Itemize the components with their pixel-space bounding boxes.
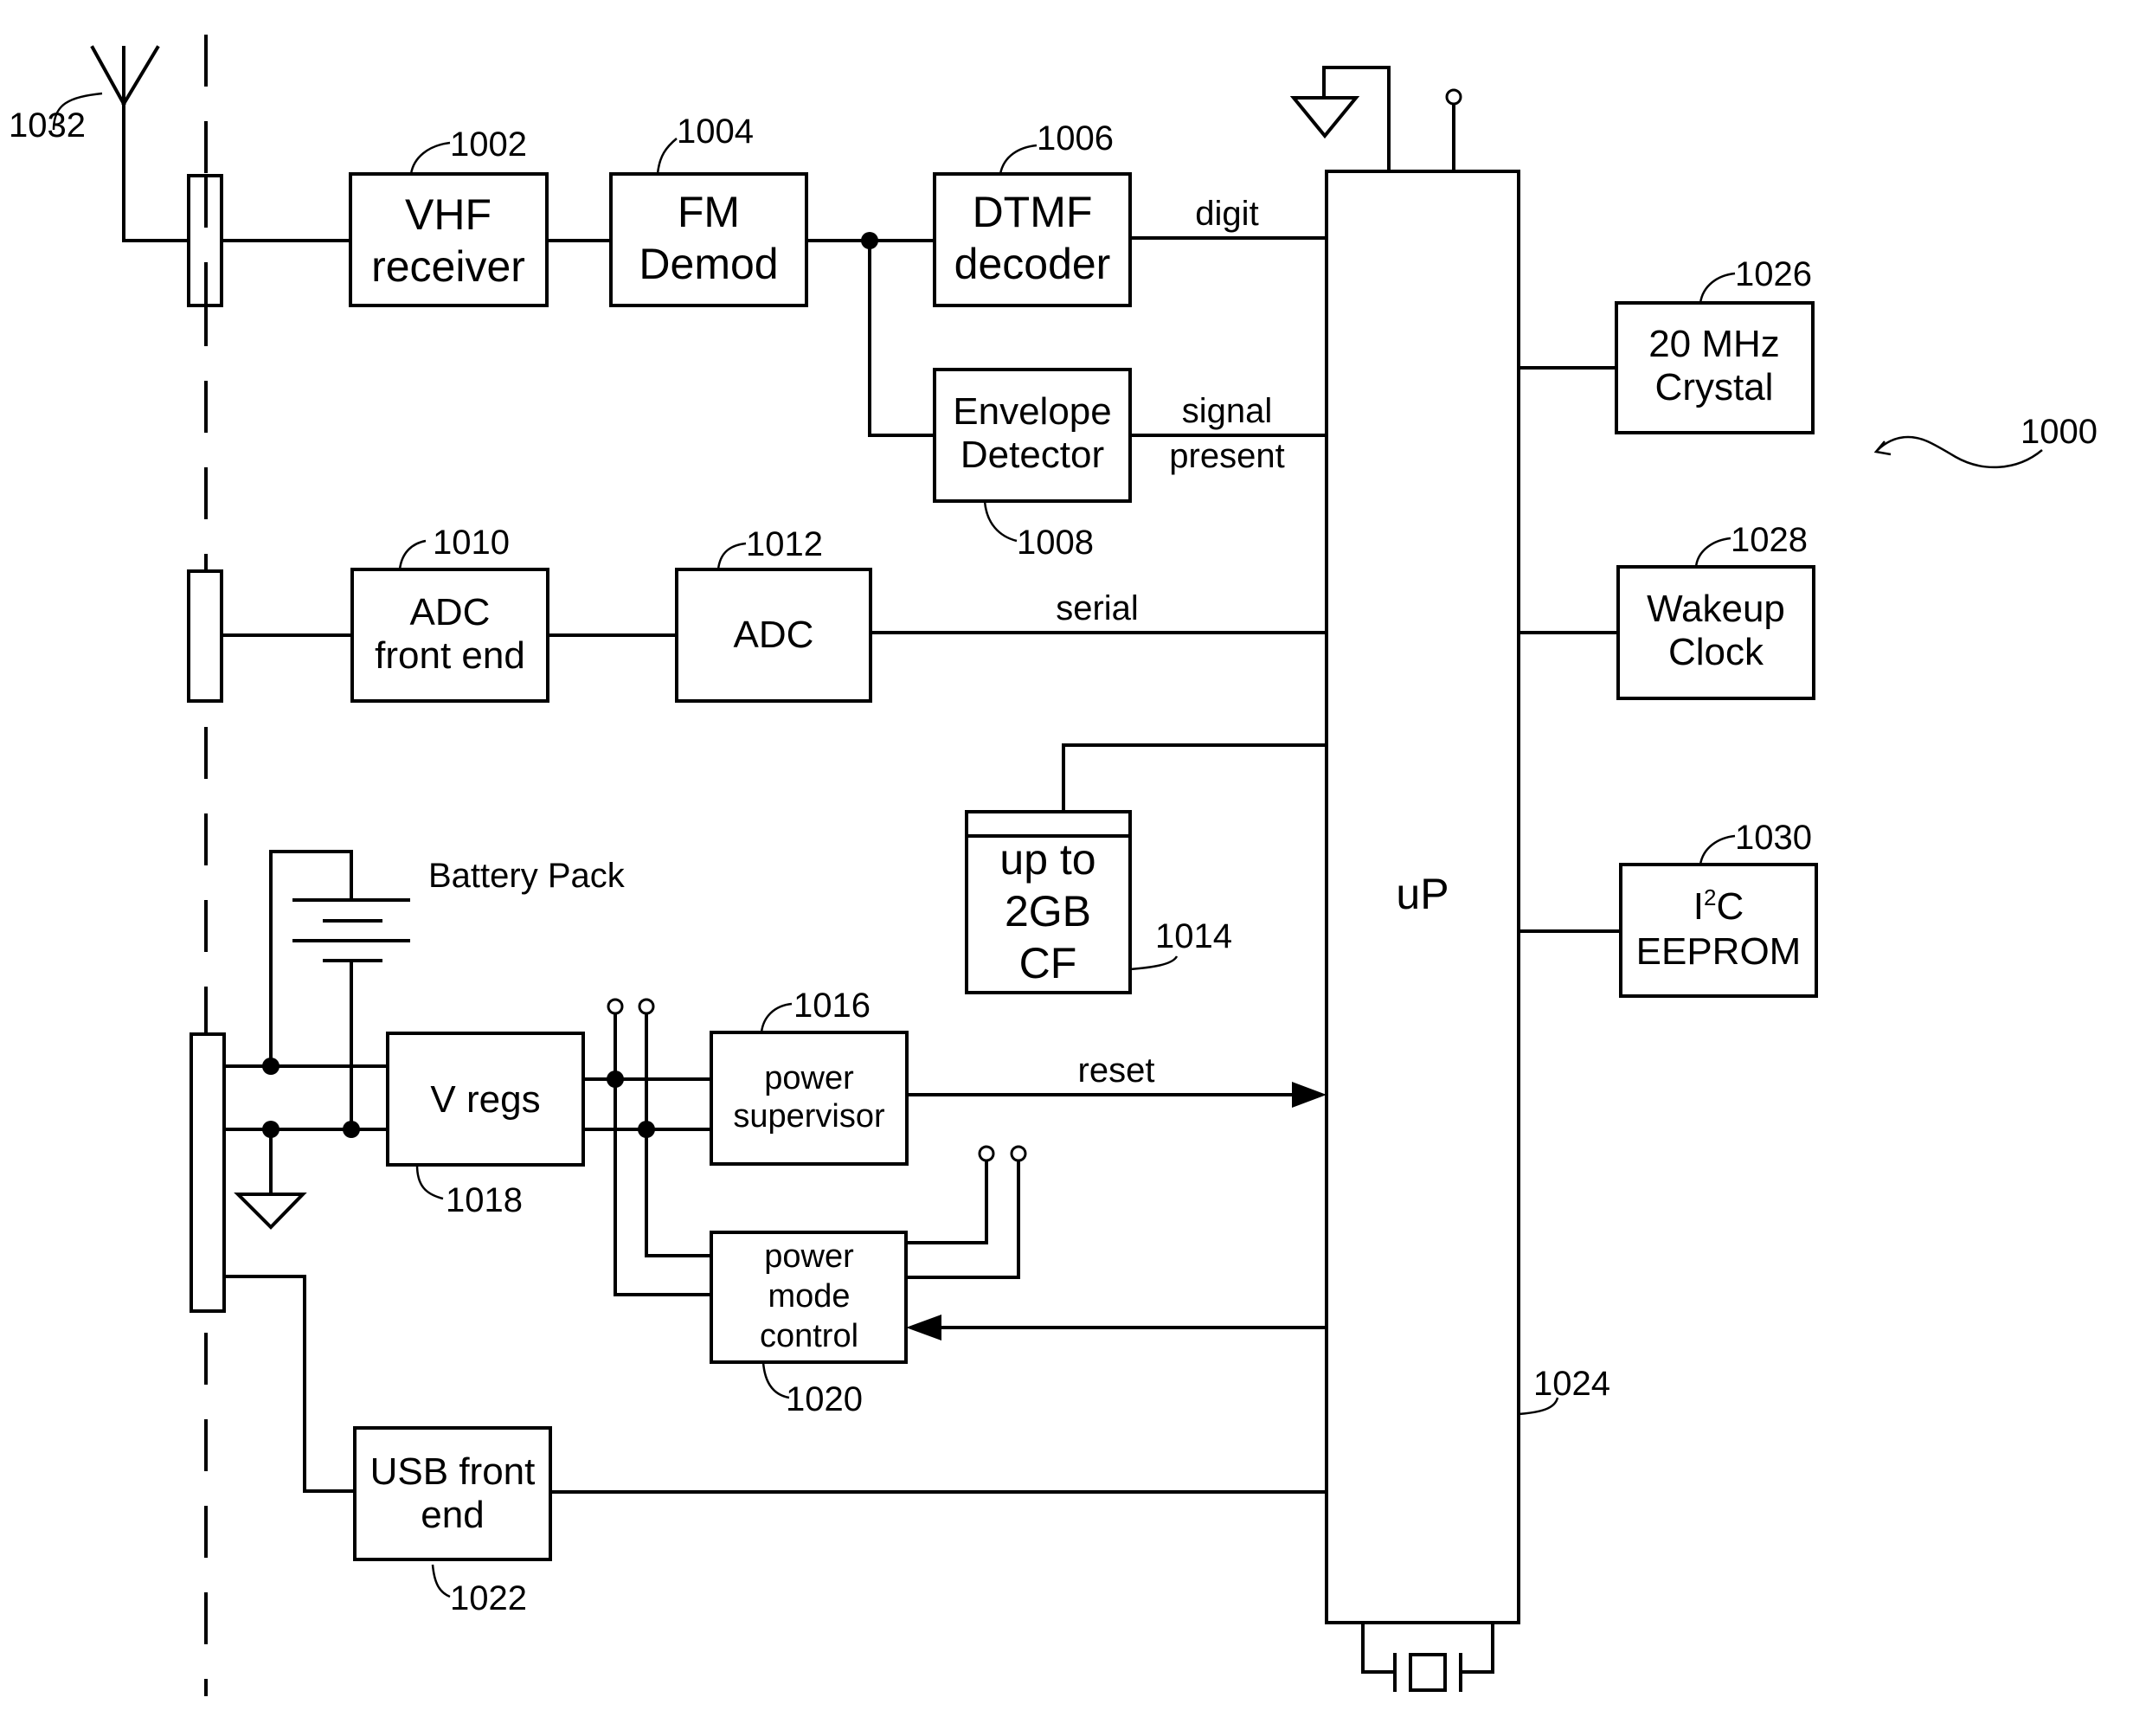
- junction-dot: [343, 1121, 360, 1138]
- power-mode-control-label-2: mode: [768, 1278, 850, 1315]
- signal-digit: digit: [1195, 195, 1258, 233]
- power-usb-connector: [190, 1032, 226, 1313]
- ref-1014: 1014: [1155, 917, 1232, 955]
- ref-1002: 1002: [450, 125, 527, 164]
- cf-card-label-1: up to: [999, 835, 1095, 884]
- leader-1026: [1699, 272, 1736, 304]
- adc-front-end-label-1: ADC: [410, 591, 491, 633]
- leader-1006: [999, 144, 1038, 175]
- usb-front-end-label-1: USB front: [370, 1450, 536, 1493]
- ref-1022: 1022: [450, 1579, 527, 1617]
- junction-dot: [638, 1121, 655, 1138]
- test-point-icon: [1445, 88, 1462, 106]
- junction-dot: [262, 1058, 279, 1075]
- leader-1012: [716, 542, 747, 570]
- arrow-head-icon: [1873, 440, 1892, 456]
- vhf-receiver-label-2: receiver: [371, 242, 525, 291]
- ground-icon: [234, 1193, 307, 1230]
- crystal-resonator-icon: [1361, 1621, 1494, 1692]
- ref-1004: 1004: [677, 113, 754, 151]
- leader-1004: [656, 138, 678, 175]
- eeprom-label-1: I2C: [1693, 884, 1744, 928]
- vhf-receiver-label-1: VHF: [405, 190, 491, 239]
- cf-card-label-2: 2GB: [1005, 887, 1091, 936]
- leader-1018: [415, 1164, 444, 1200]
- ref-1018: 1018: [446, 1181, 523, 1219]
- junction-dot: [607, 1071, 624, 1088]
- ref-1020: 1020: [786, 1380, 863, 1418]
- ref-1026: 1026: [1735, 255, 1812, 293]
- leader-1014: [1129, 955, 1179, 971]
- wakeup-clock-label-1: Wakeup: [1647, 588, 1785, 630]
- leader-1016: [760, 1002, 793, 1033]
- power-mode-control-label-3: control: [760, 1318, 858, 1354]
- battery-pack-label: Battery Pack: [428, 857, 626, 895]
- ref-1028: 1028: [1731, 521, 1808, 559]
- adc-label: ADC: [734, 614, 814, 656]
- ref-1008: 1008: [1017, 524, 1094, 562]
- test-point-icon: [607, 998, 624, 1015]
- power-mode-control-label-1: power: [764, 1238, 854, 1275]
- leader-1028: [1694, 537, 1731, 568]
- wakeup-clock-label-2: Clock: [1668, 631, 1764, 673]
- leader-1002: [409, 141, 451, 175]
- signal-present-2: present: [1169, 437, 1284, 475]
- wire-pmc-out-1: [904, 1158, 988, 1244]
- leader-1000: [1877, 435, 2043, 469]
- arrow-head-icon: [906, 1315, 941, 1341]
- ref-1030: 1030: [1735, 819, 1812, 857]
- test-point-icon: [638, 998, 655, 1015]
- fm-demod-label-1: FM: [678, 188, 740, 236]
- microprocessor-label: uP: [1396, 870, 1449, 918]
- ref-1012: 1012: [746, 525, 823, 563]
- signal-present-1: signal: [1182, 392, 1273, 430]
- wire-fm-envelope: [868, 239, 936, 437]
- wire-connector-usb: [222, 1275, 357, 1493]
- envelope-detector-label-2: Detector: [960, 434, 1104, 476]
- leader-1008: [983, 500, 1018, 543]
- dtmf-decoder-label-2: decoder: [954, 240, 1111, 288]
- v-regs-label: V regs: [430, 1078, 540, 1121]
- cf-card-label-3: CF: [1019, 939, 1077, 987]
- ref-1006: 1006: [1037, 119, 1114, 158]
- wire-pmc-out-2: [904, 1158, 1020, 1279]
- wire-cf-up: [1062, 743, 1328, 813]
- ref-1000: 1000: [2021, 413, 2098, 451]
- leader-1010: [398, 539, 427, 570]
- signal-serial: serial: [1056, 589, 1139, 627]
- antenna-icon: [90, 45, 190, 242]
- envelope-detector-label-1: Envelope: [953, 390, 1111, 433]
- eeprom-label-2: EEPROM: [1636, 930, 1802, 973]
- adc-front-end-label-2: front end: [375, 634, 525, 677]
- eeprom-c: C: [1716, 885, 1744, 928]
- signal-reset: reset: [1078, 1051, 1155, 1090]
- ref-1032: 1032: [9, 106, 86, 145]
- eeprom-i: I: [1693, 885, 1704, 928]
- ref-1016: 1016: [793, 987, 871, 1025]
- test-point-icon: [1010, 1145, 1027, 1162]
- eeprom-sup: 2: [1704, 884, 1716, 910]
- usb-front-end-label-2: end: [421, 1494, 484, 1536]
- crystal-label-1: 20 MHz: [1648, 323, 1780, 365]
- block-diagram: 1032 VHF receiver 1002 FM Demod 1004 DTM…: [9, 35, 2098, 1696]
- ref-1024: 1024: [1533, 1365, 1610, 1403]
- ref-1010: 1010: [433, 524, 510, 562]
- adc-connector: [187, 569, 223, 703]
- ground-icon: [1289, 96, 1360, 139]
- crystal-label-2: Crystal: [1655, 366, 1774, 408]
- dtmf-decoder-label-1: DTMF: [973, 188, 1093, 236]
- power-supervisor-label-2: supervisor: [733, 1098, 885, 1135]
- leader-1022: [431, 1564, 451, 1598]
- test-point-icon: [978, 1145, 995, 1162]
- fm-demod-label-2: Demod: [639, 240, 778, 288]
- arrow-head-icon: [1292, 1082, 1327, 1108]
- leader-1030: [1699, 834, 1736, 865]
- power-supervisor-label-1: power: [764, 1060, 854, 1096]
